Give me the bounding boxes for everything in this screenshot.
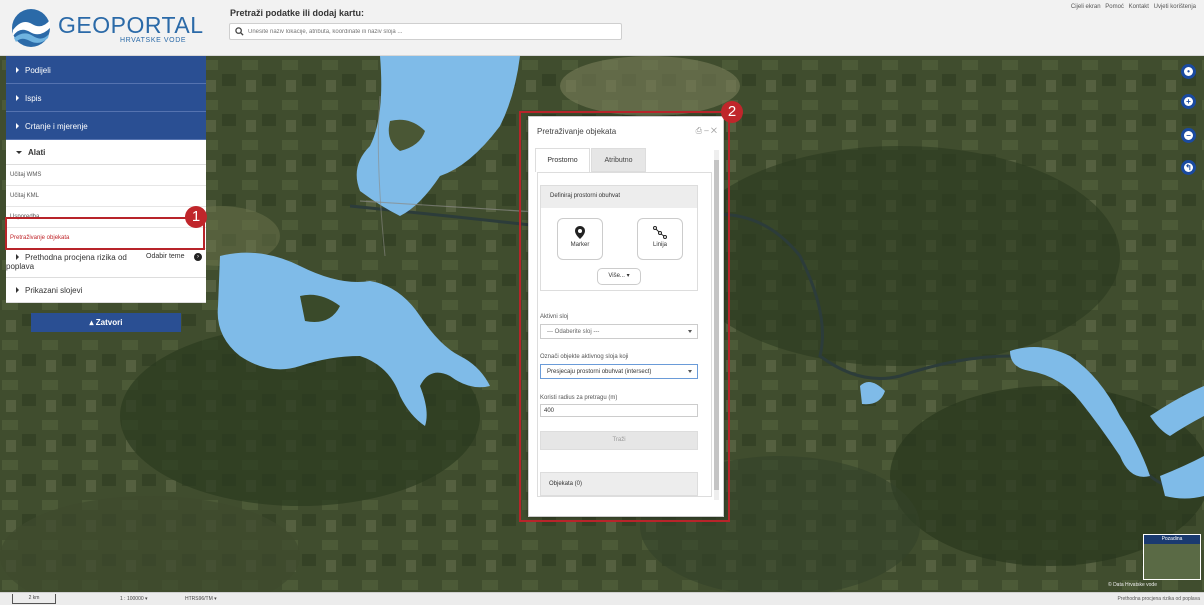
sidebar-item-alati[interactable]: Alati xyxy=(6,140,206,165)
sidebar-item-label: Ispis xyxy=(25,94,42,103)
sidebar-item-label: Crtanje i mjerenje xyxy=(25,122,88,131)
callout-badge-1: 1 xyxy=(185,206,207,228)
sidebar-item-label: Podijeli xyxy=(25,66,51,75)
caret-down-icon: ▾ xyxy=(626,273,630,279)
define-extent-box: Definiraj prostorni obuhvat Marker Linij… xyxy=(540,185,698,291)
plus-icon: + xyxy=(1184,97,1193,106)
active-layer-value: --- Odaberite sloj --- xyxy=(547,329,600,335)
tab-prostorno[interactable]: Prostorno xyxy=(535,148,590,172)
zoom-in-button[interactable]: + xyxy=(1181,94,1196,109)
logo-subtitle: HRVATSKE VODE xyxy=(120,37,187,44)
prethodna-label-1: Prethodna procjena rizika od xyxy=(25,253,127,262)
header-bar: GEOPORTAL HRVATSKE VODE Pretraži podatke… xyxy=(0,0,1204,56)
active-theme-label: Prethodna procjena rizika od poplava xyxy=(1117,596,1200,602)
top-links: Cijeli ekran Pomoć Kontakt Uvjeti korišt… xyxy=(1068,4,1196,10)
chevron-right-icon xyxy=(16,123,19,129)
search-button[interactable]: Traži xyxy=(540,431,698,450)
map-marker-icon xyxy=(575,226,585,239)
dialog-window-controls: ⎙ – ✕ xyxy=(696,126,717,136)
chevron-up-icon: ▴ xyxy=(89,318,94,327)
line-button[interactable]: Linija xyxy=(637,218,683,260)
link-fullscreen[interactable]: Cijeli ekran xyxy=(1071,4,1101,10)
callout-badge-2: 2 xyxy=(721,101,743,123)
back-arrow-icon: ↰ xyxy=(1184,163,1193,172)
sidebar: Podijeli Ispis Crtanje i mjerenje Alati … xyxy=(6,56,206,332)
caret-down-icon xyxy=(688,370,692,373)
dialog-scrollbar[interactable] xyxy=(714,150,719,500)
sidebar-item-label: Alati xyxy=(28,148,46,157)
active-layer-label: Aktivni sloj xyxy=(540,314,569,320)
radius-input[interactable]: 400 xyxy=(540,404,698,417)
chevron-right-icon xyxy=(16,67,19,73)
tool-pretrazivanje-objekata[interactable]: Pretraživanje objekata xyxy=(6,228,206,249)
radius-label: Koristi radius za pretragu (m) xyxy=(540,395,618,401)
print-icon[interactable]: ⎙ xyxy=(696,126,702,135)
basemap-label: Pozadina xyxy=(1144,535,1200,544)
geoportal-logo[interactable]: GEOPORTAL HRVATSKE VODE xyxy=(10,8,203,48)
tool-ucitaj-kml[interactable]: Učitaj KML xyxy=(6,186,206,207)
scale-ratio-value: 1 : 100000 xyxy=(120,596,144,602)
caret-down-icon xyxy=(688,330,692,333)
marker-label: Marker xyxy=(570,242,590,248)
search-icon xyxy=(235,27,244,36)
close-sidebar-button[interactable]: ▴ Zatvori xyxy=(31,313,181,332)
search-box[interactable] xyxy=(229,23,622,40)
projection-select[interactable]: HTRS96/TM ▾ xyxy=(185,596,217,602)
map-attribution: © Data Hrvatske vode xyxy=(1108,582,1157,588)
marker-button[interactable]: Marker xyxy=(557,218,603,260)
sidebar-item-podijeli[interactable]: Podijeli xyxy=(6,56,206,84)
mark-objects-label: Označi objekte aktivnog sloja koji xyxy=(540,354,629,360)
minus-icon: − xyxy=(1184,131,1193,140)
sidebar-item-crtanje[interactable]: Crtanje i mjerenje xyxy=(6,112,206,140)
sidebar-item-prikazani-slojevi[interactable]: Prikazani slojevi xyxy=(6,278,206,303)
link-contact[interactable]: Kontakt xyxy=(1129,4,1149,10)
spatial-relation-value: Presjecaju prostorni obuhvat (intersect) xyxy=(547,369,652,375)
active-layer-select[interactable]: --- Odaberite sloj --- xyxy=(540,324,698,339)
status-bar: 2 km 1 : 100000 ▾ HTRS96/TM ▾ Prethodna … xyxy=(0,592,1204,605)
link-terms[interactable]: Uvjeti korištenja xyxy=(1154,4,1196,10)
back-button[interactable]: ↰ xyxy=(1181,160,1196,175)
scale-ratio-select[interactable]: 1 : 100000 ▾ xyxy=(120,596,148,602)
more-shapes-button[interactable]: Više... ▾ xyxy=(597,268,641,285)
search-input[interactable] xyxy=(248,25,618,38)
chevron-right-icon xyxy=(16,287,19,293)
minimize-icon[interactable]: – xyxy=(704,126,708,135)
close-icon[interactable]: ✕ xyxy=(711,126,717,135)
tool-usporedba[interactable]: Usporedba xyxy=(6,207,206,228)
more-label: Više... xyxy=(608,273,625,279)
locate-button[interactable]: • xyxy=(1181,64,1196,79)
feature-search-dialog: Pretraživanje objekata ⎙ – ✕ Prostorno A… xyxy=(528,116,724,517)
chevron-down-icon xyxy=(16,151,22,155)
define-extent-header: Definiraj prostorni obuhvat xyxy=(541,186,697,208)
sidebar-item-prethodna-procjena[interactable]: Prethodna procjena rizika od poplava Oda… xyxy=(6,249,206,278)
objects-result-header[interactable]: Objekata (0) xyxy=(540,472,698,496)
basemap-switcher[interactable]: Pozadina xyxy=(1143,534,1201,580)
zoom-out-button[interactable]: − xyxy=(1181,128,1196,143)
tool-ucitaj-wms[interactable]: Učitaj WMS xyxy=(6,165,206,186)
locate-icon: • xyxy=(1184,67,1193,76)
sidebar-item-ispis[interactable]: Ispis xyxy=(6,84,206,112)
projection-value: HTRS96/TM xyxy=(185,596,213,602)
chevron-right-icon xyxy=(16,254,19,260)
spatial-relation-select[interactable]: Presjecaju prostorni obuhvat (intersect) xyxy=(540,364,698,379)
search-label: Pretraži podatke ili dodaj kartu: xyxy=(230,8,365,18)
dialog-title: Pretraživanje objekata xyxy=(537,127,617,136)
odabir-teme-link[interactable]: Odabir teme xyxy=(146,253,185,260)
link-help[interactable]: Pomoć xyxy=(1105,4,1124,10)
logo-wave-icon xyxy=(12,9,50,47)
close-label: Zatvori xyxy=(95,318,123,327)
sidebar-item-label: Prikazani slojevi xyxy=(25,286,83,295)
scale-bar: 2 km xyxy=(12,594,56,604)
prethodna-label-2: poplava xyxy=(6,262,35,271)
chevron-circle-icon[interactable]: › xyxy=(194,253,202,261)
polyline-icon xyxy=(653,226,667,239)
chevron-right-icon xyxy=(16,95,19,101)
logo-title: GEOPORTAL xyxy=(58,12,204,38)
line-label: Linija xyxy=(652,242,667,248)
scrollbar-thumb[interactable] xyxy=(714,160,719,490)
tab-atributno[interactable]: Atributno xyxy=(591,148,646,172)
spatial-search-panel: Definiraj prostorni obuhvat Marker Linij… xyxy=(537,172,712,497)
